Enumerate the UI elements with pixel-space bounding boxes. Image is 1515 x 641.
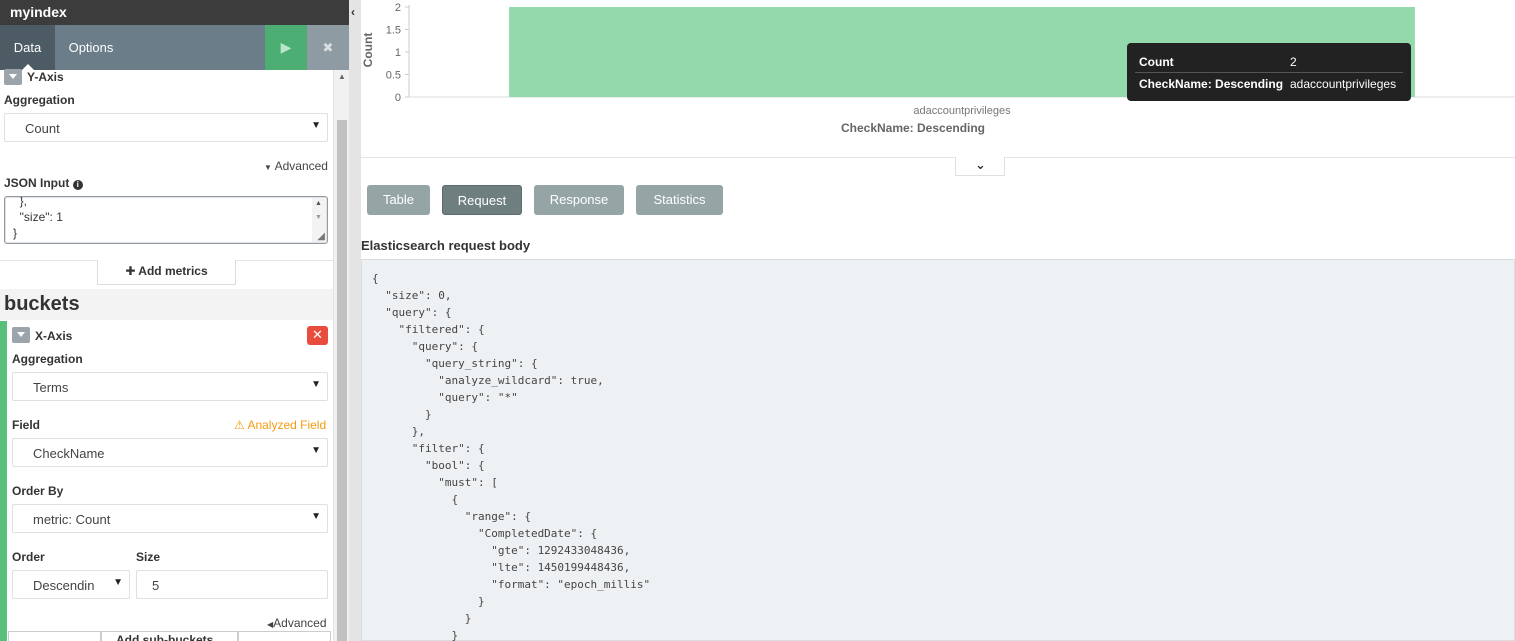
resize-handle-icon[interactable]: ◢ [317,231,325,242]
size-input[interactable]: 5 [136,570,328,599]
caret-down-icon: ▼ [113,577,123,588]
metric-aggregation-select[interactable]: Count ▼ [4,113,328,142]
size-value: 5 [152,578,160,593]
remove-bucket-button[interactable]: ✕ [307,326,328,345]
chevron-down-icon [17,332,25,337]
play-icon: ▶ [280,39,292,55]
json-input-value: }, "size": 1 } [13,196,63,240]
request-body-panel: { "size": 0, "query": { "filtered": { "q… [361,259,1515,641]
sidebar-scroll-thumb[interactable] [337,120,347,641]
field-label: Field [12,418,41,432]
index-title: myindex [0,0,349,25]
collapse-x-axis-button[interactable] [12,327,30,343]
tooltip-count-value: 2 [1290,55,1297,69]
discard-changes-button[interactable]: ✖ [307,25,349,70]
apply-changes-button[interactable]: ▶ [265,25,307,70]
add-metrics-button[interactable]: ✚ Add metrics [97,260,236,285]
order-select[interactable]: Descendin ▼ [12,570,130,599]
field-value: CheckName [33,446,105,461]
add-sub-buckets-label: Add sub-buckets [116,633,214,641]
collapse-y-axis-button[interactable] [4,69,22,85]
order-label: Order [12,550,45,564]
order-by-value: metric: Count [33,512,111,527]
tooltip-count-key: Count [1139,55,1174,69]
json-input-textarea[interactable]: }, "size": 1 } ▲ ▼ ◢ [4,196,328,244]
scroll-up-icon[interactable]: ▲ [315,200,322,207]
tab-table[interactable]: Table [367,185,430,215]
json-input-label-text: JSON Input [4,176,70,190]
sidebar: myindex Data Options ▶ ✖ Y-Axis Aggregat… [0,0,349,641]
chevron-down-icon: ⌄ [975,157,986,172]
bucket-aggregation-label: Aggregation [12,352,83,366]
add-sub-buckets-button[interactable]: Add sub-buckets [101,631,238,641]
kibana-visualize: myindex Data Options ▶ ✖ Y-Axis Aggregat… [0,0,1515,641]
bucket-accent-bar [0,321,7,641]
analyzed-field-warning: ⚠ Analyzed Field [234,418,326,432]
chart-tooltip: Count 2 CheckName: Descending adaccountp… [1127,43,1411,101]
x-tick-label: adaccountprivileges [913,105,1011,117]
y-tick-label: 1 [395,47,401,59]
y-axis-label: Count [361,33,375,68]
y-tick-label: 0.5 [386,70,401,82]
sidebar-tab-bar: Data Options ▶ ✖ [0,25,349,70]
tab-request[interactable]: Request [442,185,522,215]
chevron-left-icon[interactable]: ‹ [351,5,355,19]
metric-aggregation-value: Count [25,121,60,136]
json-input-label: JSON Input i [4,176,83,190]
order-by-select[interactable]: metric: Count ▼ [12,504,328,533]
warning-icon: ⚠ [234,418,245,432]
order-value: Descendin [33,578,95,593]
caret-down-icon: ▼ [311,511,321,522]
request-body-code: { "size": 0, "query": { "filtered": { "q… [372,272,651,641]
y-tick-label: 2 [395,2,401,14]
spy-toggle-button[interactable]: ⌄ [955,157,1005,176]
chevron-down-icon [9,74,17,79]
x-axis-title: X-Axis [35,329,73,343]
metric-aggregation-label: Aggregation [4,93,75,107]
bucket-advanced-label: Advanced [273,616,327,630]
metric-advanced-toggle[interactable]: ▼ Advanced [264,159,328,173]
bucket-advanced-toggle[interactable]: ◀Advanced [267,616,327,630]
tab-response[interactable]: Response [534,185,624,215]
caret-down-icon: ▼ [311,445,321,456]
tab-options[interactable]: Options [56,25,126,70]
x-axis-label: CheckName: Descending [841,121,985,135]
scroll-up-icon[interactable]: ▲ [338,72,346,81]
info-icon: i [72,180,83,190]
add-metrics-label: Add metrics [138,264,208,278]
bucket-type-tab-left[interactable] [8,631,101,641]
metric-advanced-label: Advanced [274,159,328,173]
request-body-title: Elasticsearch request body [361,238,531,253]
caret-down-icon: ▼ [311,120,321,131]
caret-down-icon: ▼ [264,163,272,172]
visualization-area: 0 0.5 1 1.5 2 Count adaccountprivileges CheckNa… [361,0,1515,641]
scroll-down-icon[interactable]: ▼ [315,214,322,221]
tab-statistics[interactable]: Statistics [636,185,723,215]
tooltip-divider [1135,72,1403,73]
y-axis-title: Y-Axis [27,70,64,84]
close-icon: ✕ [312,327,323,342]
caret-down-icon: ▼ [311,379,321,390]
tab-data[interactable]: Data [0,25,55,70]
y-tick-label: 1.5 [386,25,401,37]
plus-icon: ✚ [125,264,136,278]
buckets-title: buckets [4,293,80,315]
sidebar-collapse-divider[interactable]: ‹ [349,0,361,641]
tooltip-name-key: CheckName: Descending [1139,77,1284,91]
y-tick-label: 0 [395,92,401,104]
size-label: Size [136,550,161,564]
bucket-type-tab-right[interactable] [238,631,331,641]
order-by-label: Order By [12,484,64,498]
close-icon: ✖ [322,40,334,55]
bucket-aggregation-value: Terms [33,380,69,395]
analyzed-field-text: Analyzed Field [247,418,327,432]
spy-divider [361,157,1515,158]
field-select[interactable]: CheckName ▼ [12,438,328,467]
sidebar-scrollbar[interactable]: ▲ [333,70,349,641]
tooltip-name-value: adaccountprivileges [1290,77,1397,91]
bucket-aggregation-select[interactable]: Terms ▼ [12,372,328,401]
